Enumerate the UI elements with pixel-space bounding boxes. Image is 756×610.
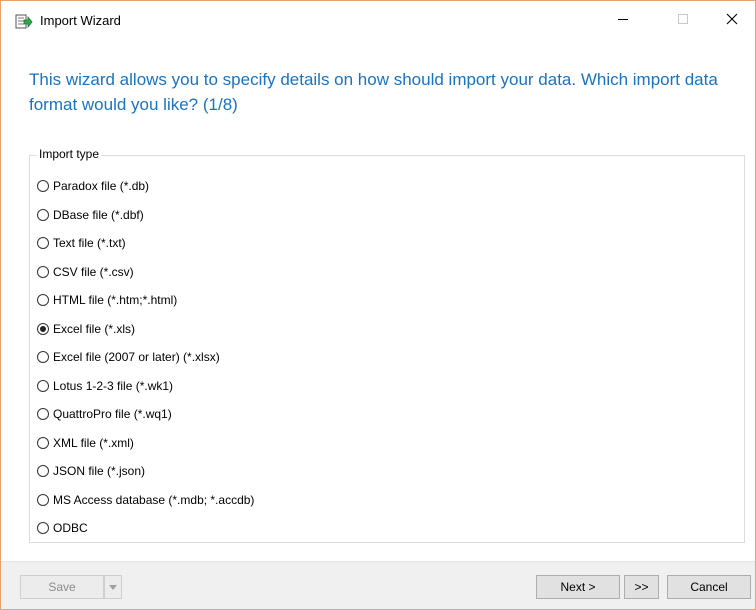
cancel-button-label: Cancel xyxy=(690,580,728,594)
option-label: HTML file (*.htm;*.html) xyxy=(53,293,178,308)
option-paradox[interactable]: Paradox file (*.db) xyxy=(37,172,254,201)
save-button-label: Save xyxy=(48,580,76,594)
option-label: Lotus 1-2-3 file (*.wk1) xyxy=(53,378,174,393)
option-html[interactable]: HTML file (*.htm;*.html) xyxy=(37,286,254,315)
save-button[interactable]: Save xyxy=(20,575,104,599)
minimize-icon xyxy=(617,12,629,30)
chevron-down-icon xyxy=(109,580,117,594)
option-xml[interactable]: XML file (*.xml) xyxy=(37,429,254,458)
close-icon xyxy=(726,12,738,30)
radio-button[interactable] xyxy=(37,237,49,250)
radio-button[interactable] xyxy=(37,493,49,506)
option-quattropro[interactable]: QuattroPro file (*.wq1) xyxy=(37,400,254,429)
radio-button[interactable] xyxy=(37,351,49,364)
option-label: JSON file (*.json) xyxy=(53,464,146,479)
minimize-button[interactable] xyxy=(600,1,646,41)
option-csv[interactable]: CSV file (*.csv) xyxy=(37,258,254,287)
option-text[interactable]: Text file (*.txt) xyxy=(37,229,254,258)
option-dbase[interactable]: DBase file (*.dbf) xyxy=(37,201,254,230)
radio-button[interactable] xyxy=(37,322,49,335)
cancel-button[interactable]: Cancel xyxy=(667,575,751,599)
radio-button[interactable] xyxy=(37,294,49,307)
option-label: DBase file (*.dbf) xyxy=(53,207,144,222)
title-bar: Import Wizard xyxy=(1,1,755,41)
option-excel-xls[interactable]: Excel file (*.xls) xyxy=(37,315,254,344)
radio-button[interactable] xyxy=(37,436,49,449)
option-odbc[interactable]: ODBC xyxy=(37,514,254,543)
maximize-icon xyxy=(677,12,689,30)
option-lotus[interactable]: Lotus 1-2-3 file (*.wk1) xyxy=(37,372,254,401)
radio-button[interactable] xyxy=(37,408,49,421)
skip-to-end-button[interactable]: >> xyxy=(624,575,659,599)
window-title: Import Wizard xyxy=(40,13,121,28)
option-label: ODBC xyxy=(53,521,88,536)
wizard-heading: This wizard allows you to specify detail… xyxy=(29,70,718,114)
option-label: CSV file (*.csv) xyxy=(53,264,134,279)
option-label: MS Access database (*.mdb; *.accdb) xyxy=(53,492,255,507)
option-label: Excel file (*.xls) xyxy=(53,321,136,336)
radio-button[interactable] xyxy=(37,208,49,221)
close-button[interactable] xyxy=(709,1,755,41)
option-label: QuattroPro file (*.wq1) xyxy=(53,407,172,422)
option-label: XML file (*.xml) xyxy=(53,435,134,450)
import-type-legend: Import type xyxy=(37,147,102,162)
radio-button[interactable] xyxy=(37,465,49,478)
option-label: Text file (*.txt) xyxy=(53,236,126,251)
import-wizard-icon xyxy=(15,14,33,30)
next-button-label: Next > xyxy=(560,580,596,594)
option-json[interactable]: JSON file (*.json) xyxy=(37,457,254,486)
next-button[interactable]: Next > xyxy=(536,575,620,599)
option-label: Paradox file (*.db) xyxy=(53,179,150,194)
skip-button-label: >> xyxy=(634,580,649,594)
radio-button[interactable] xyxy=(37,180,49,193)
radio-button[interactable] xyxy=(37,522,49,535)
radio-button[interactable] xyxy=(37,379,49,392)
import-type-options: Paradox file (*.db) DBase file (*.dbf) T… xyxy=(37,172,254,543)
maximize-button[interactable] xyxy=(660,1,706,41)
import-wizard-window: Import Wizard This wizard allows you to … xyxy=(0,0,756,610)
option-excel-xlsx[interactable]: Excel file (2007 or later) (*.xlsx) xyxy=(37,343,254,372)
option-label: Excel file (2007 or later) (*.xlsx) xyxy=(53,350,220,365)
save-dropdown-button[interactable] xyxy=(104,575,122,599)
option-ms-access[interactable]: MS Access database (*.mdb; *.accdb) xyxy=(37,486,254,515)
radio-button[interactable] xyxy=(37,265,49,278)
